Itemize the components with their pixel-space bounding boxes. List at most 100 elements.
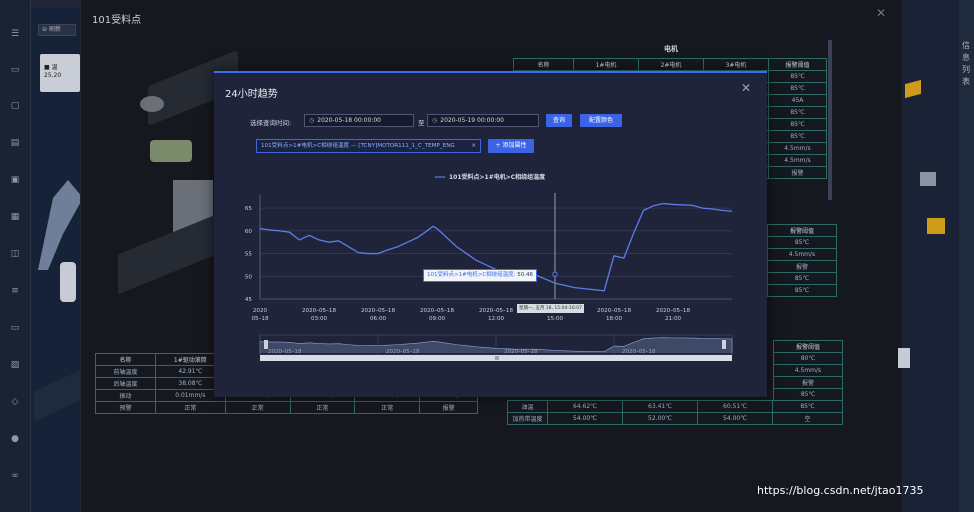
threshold-table-3: 报警阈值 80℃ 4.5mm/s 报警 85℃ — [773, 340, 843, 401]
chart-legend: 101受料点>1#电机>C相绕组温度 — [435, 173, 546, 181]
header-threshold: 报警阈值 — [768, 58, 827, 71]
trend-chart: 101受料点>1#电机>C相绕组温度 4550556065 2020 05–182… — [245, 173, 733, 361]
user-icon[interactable]: ● — [8, 433, 22, 445]
cell-threshold: 85℃ — [772, 400, 843, 413]
threshold-table-2: 报警阈值 85℃ 4.5mm/s 报警 85℃ 85℃ — [767, 224, 837, 297]
x-tick-label: 2020–05–18 12:00 — [479, 308, 514, 322]
cell-value: 54.00℃ — [547, 412, 623, 425]
oil-temperature-table: 油温 64.62℃ 63.41℃ 60.51℃ 85℃ 加热带温度 54.00℃… — [507, 400, 843, 425]
link-icon[interactable]: ∞ — [8, 470, 22, 482]
cell-value: 64.62℃ — [547, 400, 623, 413]
message-icon[interactable]: ▭ — [8, 322, 22, 334]
cell-value: 52.00℃ — [622, 412, 698, 425]
threshold-cell: 85℃ — [768, 82, 827, 95]
threshold-cell: 4.5mm/s — [768, 142, 827, 155]
x-tick-label: 2020 05–18 — [251, 308, 268, 322]
threshold-cell: 4.5mm/s — [767, 248, 837, 261]
header-motor-3: 3#电机 — [703, 58, 769, 71]
device-chip[interactable]: ■ 温 25.20 — [40, 54, 80, 92]
header-motor-2: 2#电机 — [638, 58, 704, 71]
document-icon[interactable]: ▤ — [8, 137, 22, 149]
list-icon[interactable]: ≡ — [8, 285, 22, 297]
cell-value: 正常 — [354, 401, 421, 414]
x-axis-ticks: 2020 05–18 2020–05–18 03:00 2020–05–18 06:00 2… — [251, 308, 690, 322]
row-label: 加热带温度 — [507, 412, 548, 425]
slider-tick-label: 2020–05–18 — [386, 349, 420, 355]
machine-yellow-shape-2 — [927, 218, 945, 234]
left-nav-rail: ☰ ▭ ▢ ▤ ▣ ▦ ◫ ≡ ▭ ▨ ◇ ● ∞ — [0, 0, 31, 512]
scene-right-column — [903, 0, 959, 512]
lock-icon[interactable]: ▣ — [8, 174, 22, 186]
threshold-header: 报警阈值 — [773, 340, 843, 353]
cell-value: 63.41℃ — [622, 400, 698, 413]
motor-table-title: 电机 — [664, 45, 678, 53]
cell-value: 报警 — [419, 401, 478, 414]
threshold-cell: 85℃ — [767, 284, 837, 297]
screen-icon[interactable]: ▭ — [8, 64, 22, 76]
chart-grid — [259, 195, 732, 300]
row-label: 后轴温度 — [95, 377, 156, 390]
zoom-slider[interactable]: 2020–05–18 2020–05–18 2020–05–18 2020–05–18 — [259, 334, 733, 361]
x-tick-label: 2020–05–18 03:00 — [302, 308, 337, 322]
slider-left-handle[interactable] — [264, 340, 268, 349]
refresh-button[interactable]: ⊖ 刷新 — [38, 24, 76, 36]
x-tick-label: 2020–05–18 09:00 — [420, 308, 455, 322]
row-label: 前轴温度 — [95, 365, 156, 378]
slider-tick-label: 2020–05–18 — [268, 349, 302, 355]
threshold-cell: 85℃ — [768, 70, 827, 83]
threshold-cell: 85℃ — [768, 106, 827, 119]
cell-threshold: 空 — [772, 412, 843, 425]
threshold-cell: 85℃ — [768, 118, 827, 131]
y-tick-label: 60 — [245, 229, 253, 235]
cell-value: 正常 — [289, 401, 356, 414]
device-icon: ■ — [44, 64, 52, 71]
menu-icon[interactable]: ☰ — [8, 28, 22, 40]
threshold-cell: 45A — [768, 94, 827, 107]
chart-tooltip: 101受料点>1#电机>C相绕组温度: 50.46 — [423, 269, 538, 282]
legend-label: 101受料点>1#电机>C相绕组温度 — [449, 173, 546, 181]
y-tick-label: 55 — [245, 252, 253, 258]
threshold-cell: 80℃ — [773, 352, 843, 365]
pillar-shape — [60, 262, 76, 302]
y-tick-label: 50 — [245, 274, 253, 280]
x-tick-label: 2020–05–18 21:00 — [656, 308, 691, 322]
calendar-icon[interactable]: ▦ — [8, 211, 22, 223]
x-tick-label: 2020–05–18 18:00 — [597, 308, 632, 322]
row-label: 振动 — [95, 389, 156, 402]
slider-tick-label: 2020–05–18 — [622, 349, 656, 355]
header-name: 名称 — [95, 353, 156, 366]
trend-modal: 24小时趋势 ✕ 选择查询时间: ◷ 2020-05-18 00:00:00 至 … — [214, 71, 767, 397]
highlight-point — [552, 271, 558, 277]
header-name: 名称 — [513, 58, 574, 71]
cube-icon[interactable]: ◇ — [8, 396, 22, 408]
monitor-icon[interactable]: ▢ — [8, 100, 22, 112]
cell-value: 54.00℃ — [697, 412, 773, 425]
slider-tick-label: 2020–05–18 — [504, 349, 538, 355]
threshold-cell: 4.5mm/s — [773, 364, 843, 377]
axis-pointer-label: 星期一, 五月 18, 15:04-16:07 — [517, 304, 584, 313]
cell-value: 正常 — [155, 401, 226, 414]
threshold-cell: 85℃ — [767, 236, 837, 249]
image-icon[interactable]: ▨ — [8, 359, 22, 371]
background-panel-title: 101受料点 — [92, 15, 142, 26]
y-tick-label: 65 — [245, 206, 253, 212]
x-tick-label: 2020–05–18 06:00 — [361, 308, 396, 322]
tower-shape — [898, 348, 910, 368]
refresh-icon: ⊖ — [42, 26, 49, 33]
roller-shape — [140, 96, 164, 112]
chart-icon[interactable]: ◫ — [8, 248, 22, 260]
threshold-header: 报警阈值 — [767, 224, 837, 237]
table-scrollbar[interactable] — [828, 40, 832, 200]
row-label: 油温 — [507, 400, 548, 413]
threshold-cell: 85℃ — [773, 388, 843, 401]
background-close-icon[interactable]: ✕ — [876, 6, 886, 20]
cell-value: 60.51℃ — [697, 400, 773, 413]
threshold-cell: 4.5mm/s — [768, 154, 827, 167]
cell-value: 正常 — [224, 401, 291, 414]
y-tick-label: 45 — [245, 297, 253, 303]
info-list-tab[interactable]: 信 息 列 表 — [959, 0, 974, 512]
threshold-cell: 报警 — [767, 260, 837, 273]
machine-gray-shape — [920, 172, 936, 186]
slider-right-handle[interactable] — [722, 340, 726, 349]
threshold-cell: 报警 — [773, 376, 843, 389]
